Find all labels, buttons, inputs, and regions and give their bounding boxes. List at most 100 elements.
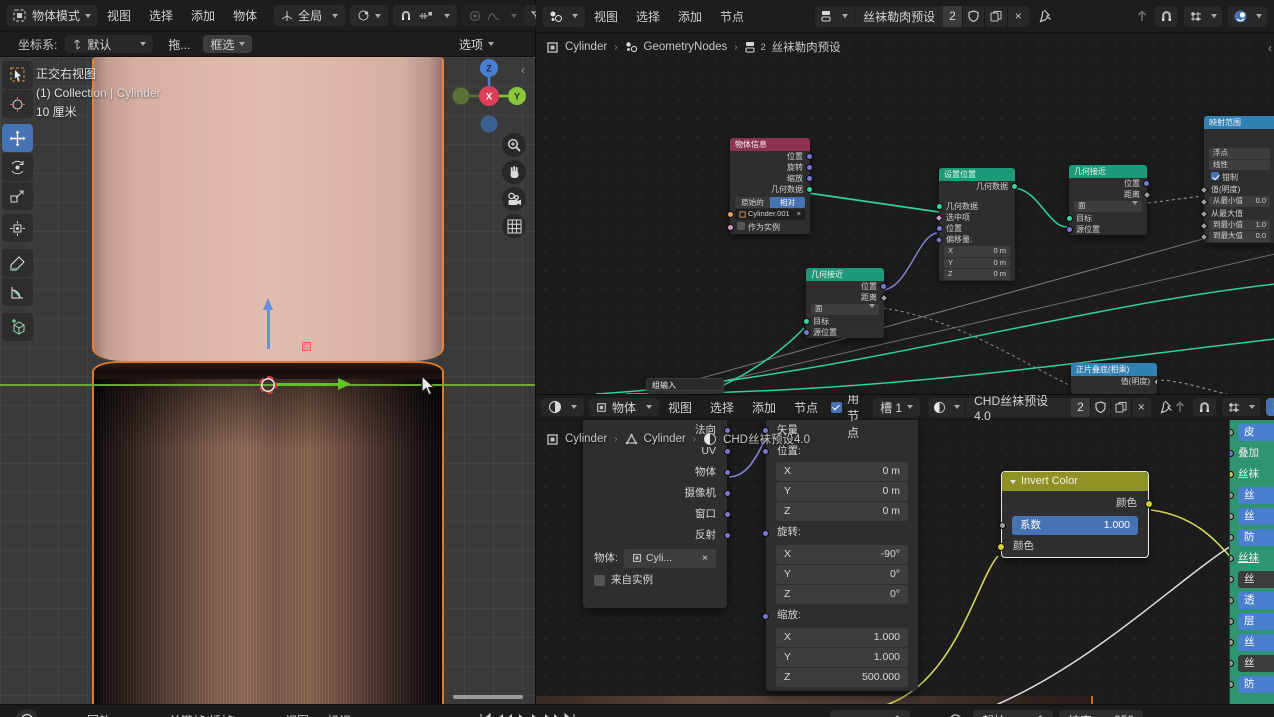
socket-color[interactable] xyxy=(997,543,1005,551)
tool-transform[interactable] xyxy=(2,214,33,242)
menu-add[interactable]: 添加 xyxy=(182,7,224,24)
socket-geometry[interactable] xyxy=(803,318,810,325)
rotation-x[interactable]: X-90° xyxy=(776,545,908,564)
clamp-checkbox[interactable] xyxy=(1211,172,1219,180)
location-z[interactable]: Z0 m xyxy=(776,502,908,521)
group-field[interactable]: 丝 xyxy=(1238,487,1274,504)
from-instancer-checkbox[interactable] xyxy=(594,575,605,586)
node-set-position[interactable]: 设置位置 几何数据 几何数据 选中项 位置 偏移量: X0 m Y0 m Z0 … xyxy=(939,168,1015,281)
tool-scale[interactable] xyxy=(2,182,33,210)
tool-add-cube[interactable] xyxy=(2,313,33,341)
rotation-y[interactable]: Y0° xyxy=(776,565,908,584)
node-header[interactable]: 设置位置 xyxy=(939,168,1015,181)
group-field[interactable]: 防 xyxy=(1238,676,1274,693)
socket-vector[interactable] xyxy=(724,490,731,497)
socket-float[interactable] xyxy=(1229,429,1234,436)
proximity-mode-dropdown[interactable]: 面 xyxy=(1074,201,1142,212)
group-field[interactable]: 丝 xyxy=(1238,508,1274,525)
node-geometry-proximity[interactable]: 几何接近 位置 距离 面 目标 源位置 xyxy=(1069,165,1147,235)
from-min-field[interactable]: 从最小值0.0 xyxy=(1209,196,1270,207)
viewer-region-dropdown[interactable] xyxy=(1228,6,1267,27)
z-arrow-head[interactable] xyxy=(263,298,273,310)
socket-float[interactable] xyxy=(1229,597,1234,604)
overlays-dropdown[interactable] xyxy=(1184,6,1222,27)
object-field[interactable]: Cyli...× xyxy=(624,549,716,568)
overlays-dropdown[interactable] xyxy=(1222,398,1260,416)
viewer-dropdown[interactable] xyxy=(1266,398,1274,416)
socket-float[interactable] xyxy=(1229,534,1234,541)
socket-float[interactable] xyxy=(1229,639,1234,646)
frame-start-field[interactable]: 起始1 xyxy=(973,710,1053,717)
timeline-menu-marker[interactable]: 标记 xyxy=(318,712,360,717)
orientation-selector[interactable]: 全局 xyxy=(274,5,345,26)
pin-button[interactable] xyxy=(1039,9,1052,23)
socket-color[interactable] xyxy=(1229,471,1234,478)
socket-geometry[interactable] xyxy=(806,186,813,193)
coord-system-selector[interactable]: 默认 xyxy=(65,35,153,53)
node-header[interactable]: 物体信息 xyxy=(730,138,810,151)
slot-dropdown[interactable]: 槽 1 xyxy=(873,398,920,417)
socket-float[interactable] xyxy=(1229,681,1234,688)
breadcrumb-modifier[interactable]: GeometryNodes xyxy=(644,41,728,53)
object-field[interactable]: Cylinder.001× xyxy=(735,209,805,220)
node-geometry-proximity[interactable]: 几何接近 位置 距离 面 目标 源位置 xyxy=(806,268,884,338)
node-group-users[interactable]: 2 xyxy=(943,6,962,27)
material-browse[interactable] xyxy=(928,401,966,414)
tool-select-box[interactable] xyxy=(2,61,33,89)
geo-menu-node[interactable]: 节点 xyxy=(711,8,753,25)
socket-vector[interactable] xyxy=(803,329,810,336)
node-header[interactable]: 几何接近 xyxy=(1069,165,1147,178)
socket-float[interactable] xyxy=(1229,492,1234,499)
node-group-browse[interactable] xyxy=(815,10,855,22)
gizmo-minus-z[interactable] xyxy=(481,116,498,133)
node-invert-color[interactable]: Invert Color 颜色 系数1.000 颜色 xyxy=(1001,471,1149,558)
menu-object[interactable]: 物体 xyxy=(224,7,266,24)
playback-controls[interactable] xyxy=(480,712,575,717)
pivot-selector[interactable] xyxy=(350,5,388,26)
fake-user-button[interactable] xyxy=(962,6,984,27)
scale-z[interactable]: Z500.000 xyxy=(776,668,908,687)
node-stocking-group[interactable]: 皮 叠加 丝袜 丝 丝 防 丝袜 丝 透 层 丝 丝 防 xyxy=(1229,420,1274,704)
editor-type-selector[interactable] xyxy=(542,6,585,27)
unlink-button[interactable]: × xyxy=(1131,398,1151,417)
socket-float[interactable] xyxy=(1229,618,1234,625)
tool-cursor[interactable] xyxy=(2,90,33,118)
material-users[interactable]: 2 xyxy=(1071,398,1090,417)
shader-menu-view[interactable]: 视图 xyxy=(659,399,701,416)
snap-node-button[interactable] xyxy=(1193,398,1216,416)
node-group-input[interactable]: 组输入 xyxy=(646,378,724,394)
parent-node-tree-button[interactable] xyxy=(1173,400,1187,414)
socket-float[interactable] xyxy=(1229,513,1234,520)
offset-y-field[interactable]: Y0 m xyxy=(944,258,1010,269)
tool-annotate[interactable] xyxy=(2,249,33,277)
socket-vector[interactable] xyxy=(762,530,769,537)
snap-node-button[interactable] xyxy=(1155,6,1178,27)
fac-slider[interactable]: 系数1.000 xyxy=(1012,516,1138,535)
breadcrumb-mesh[interactable]: Cylinder xyxy=(644,433,686,445)
breadcrumb-object[interactable]: Cylinder xyxy=(565,41,607,53)
object-info-mode-toggle[interactable]: 原始的相对 xyxy=(735,197,805,208)
tool-measure[interactable] xyxy=(2,278,33,306)
frame-end-field[interactable]: 结束250 xyxy=(1059,710,1143,717)
socket-geometry[interactable] xyxy=(1066,215,1073,222)
node-header[interactable]: 正片叠底(相乘) xyxy=(1071,363,1157,376)
use-nodes-checkbox[interactable] xyxy=(831,402,842,413)
node-header[interactable]: 映射范围 xyxy=(1204,116,1274,129)
mode-selector[interactable]: 物体模式 xyxy=(6,5,98,26)
socket-vector[interactable] xyxy=(880,283,887,290)
socket-vector[interactable] xyxy=(1229,450,1234,457)
pin-button[interactable] xyxy=(1160,400,1173,414)
location-y[interactable]: Y0 m xyxy=(776,482,908,501)
socket-float[interactable] xyxy=(999,522,1006,529)
socket-color[interactable] xyxy=(1145,500,1153,508)
options-dropdown[interactable]: 选项 xyxy=(452,35,501,53)
select-mode-dropdown[interactable]: 框选 xyxy=(203,35,252,53)
shader-menu-add[interactable]: 添加 xyxy=(743,399,785,416)
shader-menu-select[interactable]: 选择 xyxy=(701,399,743,416)
socket-vector[interactable] xyxy=(806,175,813,182)
geo-node-canvas[interactable]: Cylinder› GeometryNodes› 2 丝袜勒肉预设 ‹ 物体信息… xyxy=(536,33,1274,394)
snap-controls[interactable] xyxy=(393,5,457,26)
node-map-range[interactable]: 映射范围 浮点 线性 钳制 值(明度) 从最小值0.0 从最大值 到最小值1.0… xyxy=(1204,116,1274,243)
geo-menu-view[interactable]: 视图 xyxy=(585,8,627,25)
collapse-arrow[interactable]: ‹ xyxy=(521,63,525,77)
